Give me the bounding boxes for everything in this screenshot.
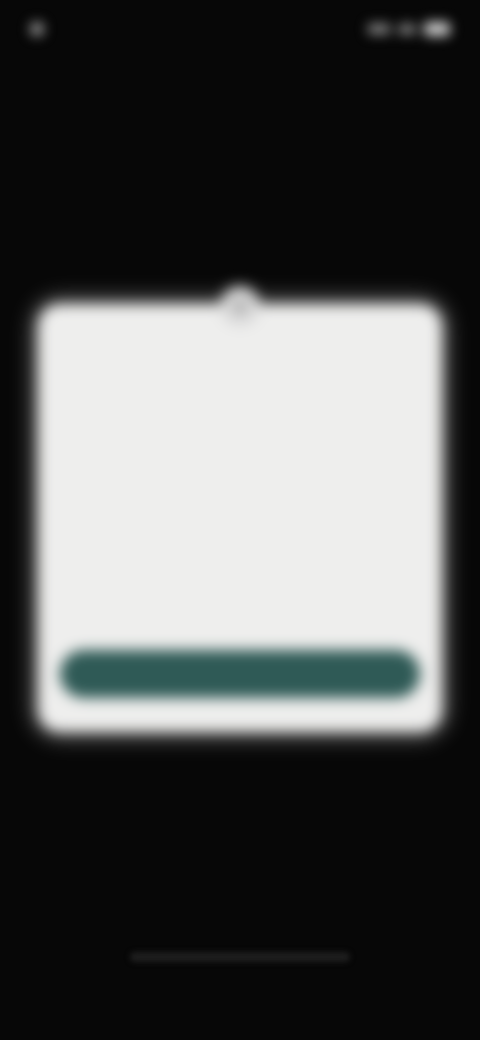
dialog-primary-button[interactable] — [60, 650, 420, 698]
dialog-overlay: ● — [38, 286, 442, 732]
signal-icon — [368, 24, 390, 34]
status-bar — [30, 14, 450, 44]
battery-icon — [424, 22, 450, 36]
status-left — [30, 22, 52, 36]
info-icon: ● — [220, 286, 260, 326]
status-right — [368, 22, 450, 36]
status-indicator-icon — [30, 22, 44, 36]
phone-screen: ● — [0, 0, 480, 1040]
home-indicator[interactable] — [130, 952, 350, 962]
wifi-icon — [398, 24, 416, 34]
